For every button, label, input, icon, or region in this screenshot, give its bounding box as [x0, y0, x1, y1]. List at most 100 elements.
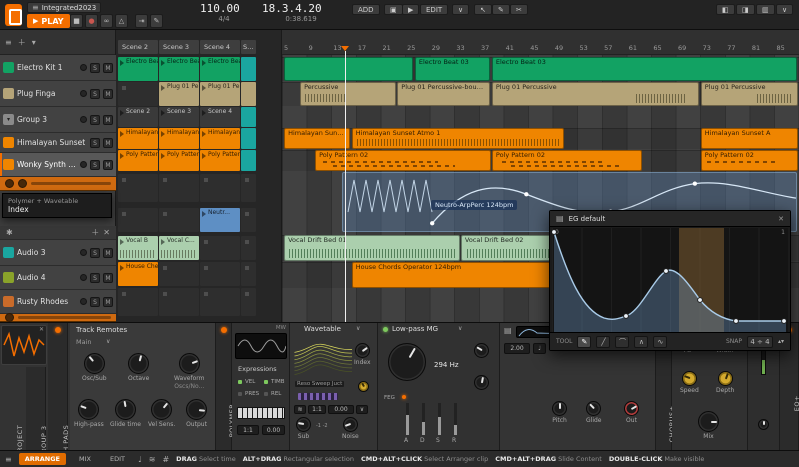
launcher-clip[interactable] [241, 82, 256, 106]
clip-slot[interactable] [159, 208, 199, 232]
filter-type-select[interactable]: Low-pass MG [392, 325, 438, 333]
launcher-clip[interactable]: Himalayan... [118, 128, 158, 149]
edit-view-button[interactable]: EDIT [104, 453, 131, 465]
osc-phase-value[interactable]: 0.00 [328, 405, 354, 414]
tempo-display[interactable]: 110.00 4/4 [200, 3, 248, 24]
clip-slot[interactable] [118, 208, 158, 232]
grid-settings-icon[interactable]: # [162, 455, 169, 464]
track-row-himalayan-sunset[interactable]: Himalayan Sunset S M [0, 133, 116, 153]
track-row-rusty-rhodes[interactable]: Rusty Rhodes S M [0, 290, 116, 314]
index-knob[interactable]: Index [354, 343, 371, 366]
mixer-panel-icon[interactable]: ▥ [756, 4, 775, 15]
follow-playhead-button[interactable]: ⇥ [135, 14, 148, 28]
phase-value[interactable]: 0.00 [262, 425, 285, 435]
group-scene-cell[interactable]: Scene 2 [118, 107, 158, 127]
glide-knob[interactable]: Glide [586, 401, 601, 424]
close-icon[interactable]: ✕ [103, 228, 110, 237]
quantize-icon[interactable]: ♩ [138, 455, 142, 464]
chevron-down-icon[interactable]: ▾ [32, 38, 36, 47]
step-tool-icon[interactable]: ∧ [634, 335, 649, 348]
close-icon[interactable]: ✕ [39, 326, 44, 333]
harmonics-sliders[interactable] [298, 393, 338, 400]
segment-length-value[interactable]: 2.00 [504, 343, 530, 354]
clip-slot[interactable] [118, 82, 158, 106]
depth-knob[interactable]: Depth [716, 371, 734, 394]
pres-toggle[interactable]: PRES [238, 391, 259, 397]
close-icon[interactable]: ✕ [778, 215, 784, 223]
mute-button[interactable]: M [103, 137, 113, 148]
osc-ratio-value[interactable]: 1:1 [308, 405, 326, 414]
timb-toggle[interactable]: TIMB [264, 379, 285, 385]
pencil-tool-icon[interactable]: ✎ [492, 4, 510, 15]
arranger-clip[interactable]: Plug 01 Percussive [491, 82, 699, 106]
clip-slot[interactable] [159, 174, 199, 202]
record-arm-button[interactable] [80, 161, 87, 168]
eg-window-titlebar[interactable]: ▤ EG default ✕ [550, 211, 790, 227]
launcher-clip[interactable] [241, 128, 256, 149]
keyboard-icon[interactable] [237, 407, 285, 419]
snap-icon[interactable]: ≋ [149, 455, 156, 464]
octave-knob[interactable]: Octave [128, 353, 149, 382]
wavetable-3d-display[interactable] [293, 336, 355, 382]
mute-button[interactable]: M [103, 296, 113, 307]
arranger-clip[interactable]: Plug 01 Percussive-bounce-1 [397, 82, 491, 106]
power-led[interactable] [221, 327, 227, 333]
chevron-down-icon[interactable]: ∨ [452, 4, 470, 15]
solo-button[interactable]: S [90, 88, 100, 99]
project-tab[interactable]: ≡ Integrated2023 [27, 2, 102, 13]
envelope-graph[interactable]: 0 1 [552, 228, 788, 332]
unison-knob[interactable] [358, 381, 369, 392]
launcher-clip[interactable] [241, 57, 256, 81]
mix-view-button[interactable]: MIX [73, 453, 97, 465]
launcher-clip[interactable]: Electro Bea... [200, 57, 240, 81]
noise-knob[interactable]: Noise [342, 417, 359, 440]
speed-knob[interactable]: Speed [680, 371, 699, 394]
add-icon[interactable]: ＋ [91, 227, 99, 238]
launcher-clip[interactable]: Electro Bea... [159, 57, 199, 81]
sub-octave-options[interactable]: -1 -2 [316, 423, 328, 429]
arranger-clip[interactable]: Poly Pattern 02 [315, 150, 491, 171]
arranger-clip[interactable]: Electro Beat 03 [414, 57, 490, 81]
mute-button[interactable]: M [103, 114, 113, 125]
polymer-device-strip[interactable]: POLYMER [216, 323, 236, 451]
folder-icon[interactable]: ▤ [504, 326, 512, 335]
position-display[interactable]: 18.3.4.20 0:38.619 [262, 3, 340, 24]
vel-sens-knob[interactable]: Vel Sens. [148, 399, 175, 428]
clip-slot[interactable] [200, 236, 240, 260]
launcher-clip[interactable]: Vocal B [118, 236, 158, 260]
arrange-view-button[interactable]: ARRANGE [18, 453, 66, 465]
launcher-clip[interactable]: Poly Patter... [200, 150, 240, 171]
edit-button[interactable]: EDIT [420, 4, 449, 15]
knife-tool-icon[interactable]: ✂ [510, 4, 528, 15]
spinner-icons[interactable]: ▴▾ [778, 338, 784, 345]
grid-division-value[interactable]: 4 ÷ 4 [746, 335, 773, 348]
scene-header[interactable]: Scene 3 [159, 40, 199, 54]
waveform-knob[interactable]: Waveform Oscs/No... [174, 353, 204, 390]
project-panel-tab[interactable]: PROJECT [2, 369, 24, 457]
record-arm-button[interactable] [80, 274, 87, 281]
launcher-clip[interactable]: Plug 01 Per... [159, 82, 199, 106]
launcher-clip[interactable]: Himalayan... [200, 128, 240, 149]
clip-slot[interactable] [241, 288, 256, 316]
metronome-button[interactable]: △ [115, 14, 128, 28]
launcher-clip[interactable]: Poly Patter... [118, 150, 158, 171]
volume-knob[interactable] [5, 313, 14, 322]
mute-button[interactable]: M [103, 88, 113, 99]
solo-button[interactable]: S [90, 159, 100, 170]
clip-slot[interactable] [241, 236, 256, 260]
record-arm-button[interactable] [80, 116, 87, 123]
sub-knob[interactable]: Sub [296, 417, 311, 440]
remotes-page-select[interactable]: Main [76, 338, 92, 346]
solo-button[interactable]: S [90, 137, 100, 148]
line-tool-icon[interactable]: ╱ [596, 335, 611, 348]
arranger-clip[interactable]: Percussive [300, 82, 396, 106]
record-arm-button[interactable] [80, 64, 87, 71]
arranger-clip[interactable]: Electro Beat 03 [491, 57, 797, 81]
layout-menu-icon[interactable]: ∨ [776, 4, 794, 15]
vel-toggle[interactable]: VEL [238, 379, 255, 385]
high-pass-knob[interactable]: High-pass [74, 399, 104, 428]
tempo-sync-icon[interactable]: ♩ [533, 343, 546, 354]
clip-slot[interactable] [159, 262, 199, 286]
add-track-icon[interactable]: ＋ [18, 37, 26, 48]
arranger-clip[interactable]: Poly Pattern 02 [491, 150, 642, 171]
